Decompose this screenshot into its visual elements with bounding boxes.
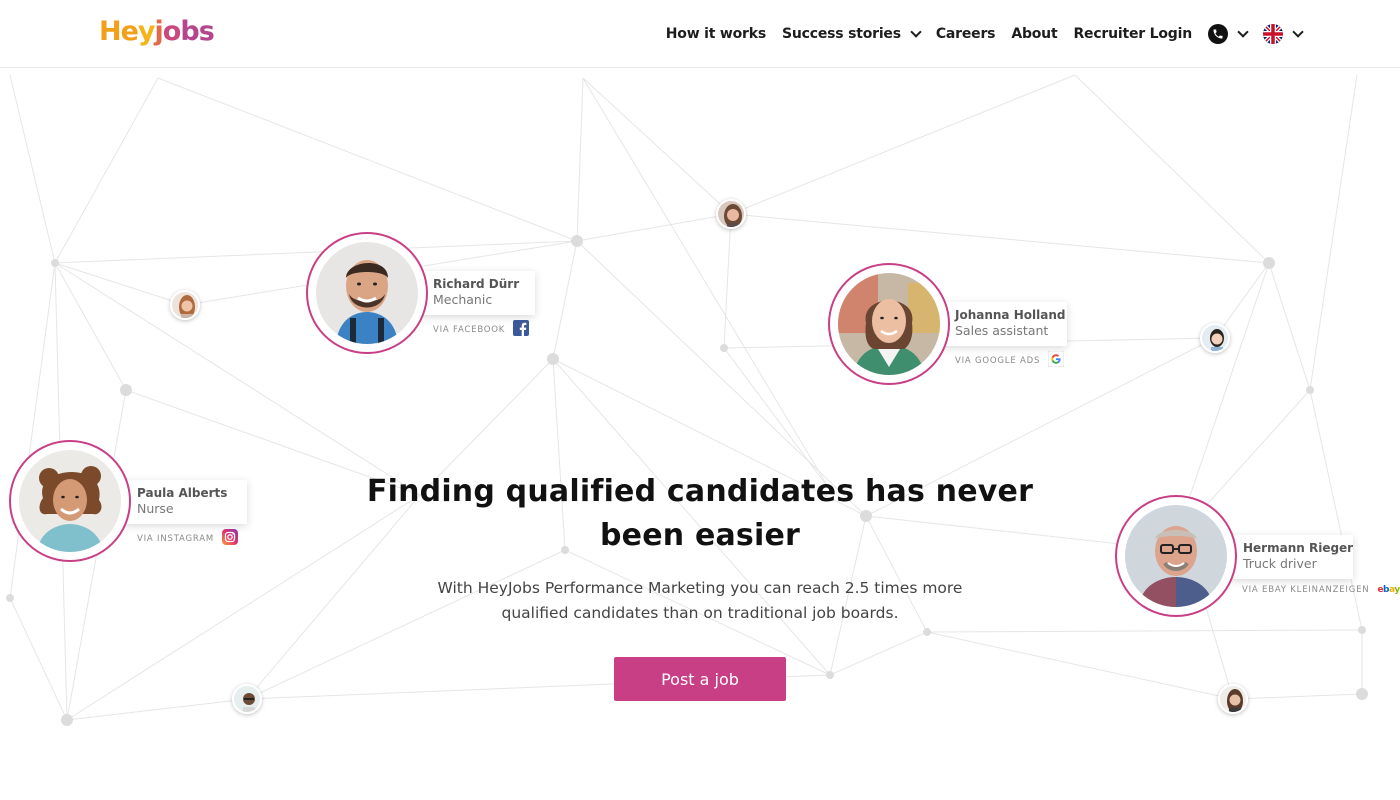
candidate-avatar-small xyxy=(170,290,200,320)
nav-about[interactable]: About xyxy=(1011,26,1057,42)
candidate-source-paula: VIA INSTAGRAM xyxy=(137,529,238,548)
google-icon xyxy=(1047,350,1065,370)
candidate-card-johanna: Johanna Holland Sales assistant xyxy=(941,302,1067,346)
candidate-source-richard: VIA FACEBOOK xyxy=(433,320,530,339)
nav-how-it-works-label: How it works xyxy=(665,26,766,42)
candidate-role: Sales assistant xyxy=(955,323,1049,338)
candidate-role: Mechanic xyxy=(433,292,493,307)
main-nav: How it works Success stories Careers Abo… xyxy=(666,20,1304,48)
chevron-down-icon xyxy=(910,26,922,38)
candidate-avatar-small xyxy=(716,199,746,229)
source-label: VIA EBAY KLEINANZEIGEN xyxy=(1242,585,1370,595)
candidate-name: Johanna Holland xyxy=(955,308,1066,322)
candidate-portrait xyxy=(19,450,121,552)
hero-title: Finding qualified candidates has never b… xyxy=(366,474,1034,553)
candidate-photo-richard xyxy=(306,232,428,354)
candidate-name: Richard Dürr xyxy=(433,277,520,291)
source-label: VIA FACEBOOK xyxy=(433,324,506,335)
candidate-photo-paula xyxy=(9,440,131,562)
candidate-name: Hermann Rieger xyxy=(1243,541,1354,555)
post-a-job-button[interactable]: Post a job xyxy=(614,657,786,701)
candidate-card-paula: Paula Alberts Nurse xyxy=(123,480,247,524)
candidate-photo-johanna xyxy=(828,263,950,385)
candidate-photo-hermann xyxy=(1115,495,1237,617)
candidate-portrait xyxy=(316,242,418,344)
nav-success-stories[interactable]: Success stories xyxy=(781,26,922,42)
candidate-portrait xyxy=(1125,505,1227,607)
chevron-down-icon xyxy=(1292,26,1304,38)
hero-subtitle: With HeyJobs Performance Marketing you c… xyxy=(437,579,963,622)
phone-dropdown[interactable] xyxy=(1208,24,1249,44)
source-label: VIA INSTAGRAM xyxy=(137,533,214,544)
candidate-portrait xyxy=(838,273,940,375)
uk-flag-icon xyxy=(1263,24,1283,44)
nav-about-label: About xyxy=(1011,26,1058,42)
candidate-card-hermann: Hermann Rieger Truck driver xyxy=(1229,535,1353,579)
nav-recruiter-login[interactable]: Recruiter Login xyxy=(1073,26,1192,42)
nav-recruiter-login-label: Recruiter Login xyxy=(1073,26,1192,42)
instagram-icon xyxy=(222,529,238,548)
nav-success-stories-label: Success stories xyxy=(781,26,901,42)
site-header: Heyjobs How it works Success stories Car… xyxy=(0,0,1400,68)
nav-careers[interactable]: Careers xyxy=(935,26,996,42)
source-label: VIA GOOGLE ADS xyxy=(955,355,1041,366)
facebook-icon xyxy=(513,320,530,339)
candidate-card-richard: Richard Dürr Mechanic xyxy=(419,271,535,315)
ebay-icon: ebay xyxy=(1377,585,1400,595)
candidate-role: Truck driver xyxy=(1243,556,1317,571)
candidate-avatar-small xyxy=(1218,684,1248,714)
candidate-role: Nurse xyxy=(137,501,174,516)
candidate-avatar-small xyxy=(1200,323,1230,353)
language-dropdown[interactable] xyxy=(1263,24,1304,44)
post-a-job-label: Post a job xyxy=(661,669,739,689)
nav-careers-label: Careers xyxy=(935,26,996,42)
candidate-avatar-small xyxy=(232,684,262,714)
candidate-source-johanna: VIA GOOGLE ADS xyxy=(955,350,1065,370)
heyjobs-logo[interactable]: Heyjobs xyxy=(99,15,215,49)
candidate-name: Paula Alberts xyxy=(137,486,228,500)
chevron-down-icon xyxy=(1237,26,1249,38)
nav-how-it-works[interactable]: How it works xyxy=(666,26,766,42)
phone-icon xyxy=(1208,24,1228,44)
candidate-source-hermann: VIA EBAY KLEINANZEIGEN ebay xyxy=(1242,585,1400,595)
hero-section: Finding qualified candidates has never b… xyxy=(350,470,1050,626)
